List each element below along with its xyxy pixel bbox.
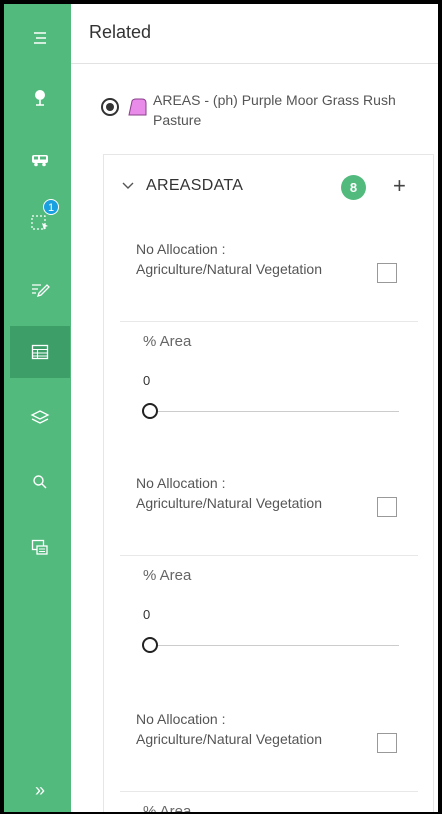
- area-slider-track[interactable]: [150, 411, 399, 412]
- table-name: AREASDATA: [146, 177, 244, 194]
- table-record: No Allocation : Agriculture/Natural Vege…: [104, 709, 435, 812]
- selection-count-badge: 1: [43, 199, 59, 215]
- search-button[interactable]: [10, 456, 70, 508]
- divider: [120, 555, 418, 556]
- record-checkbox[interactable]: [377, 263, 397, 283]
- divider: [120, 791, 418, 792]
- record-checkbox[interactable]: [377, 733, 397, 753]
- field-label: % Area: [143, 803, 192, 812]
- chat-button[interactable]: [10, 522, 70, 574]
- select-button[interactable]: 1: [10, 196, 70, 248]
- record-label: No Allocation : Agriculture/Natural Vege…: [136, 241, 322, 277]
- edit-icon: [32, 284, 50, 298]
- record-checkbox[interactable]: [377, 497, 397, 517]
- menu-icon: [34, 32, 46, 44]
- chat-icon: [31, 539, 48, 555]
- add-record-button[interactable]: +: [393, 173, 406, 199]
- related-feature[interactable]: AREAS - (ph) Purple Moor Grass Rush Past…: [101, 86, 421, 136]
- search-icon: [33, 475, 47, 489]
- feature-radio[interactable]: [101, 98, 119, 116]
- record-count-badge: 8: [341, 175, 366, 200]
- table-record: No Allocation : Agriculture/Natural Vege…: [104, 239, 435, 469]
- expand-icon: »: [34, 779, 45, 800]
- record-label: No Allocation : Agriculture/Natural Vege…: [136, 475, 322, 511]
- chevron-down-icon[interactable]: [122, 180, 134, 190]
- table-icon: [31, 344, 49, 360]
- area-slider-handle[interactable]: [142, 637, 158, 653]
- divider: [120, 321, 418, 322]
- related-table: AREASDATA 8 + No Allocation : Agricultur…: [103, 154, 434, 812]
- area-slider-track[interactable]: [150, 645, 399, 646]
- table-record: No Allocation : Agriculture/Natural Vege…: [104, 473, 435, 703]
- field-value: 0: [143, 607, 151, 622]
- layers-button[interactable]: [10, 392, 70, 444]
- vehicle-icon: [32, 155, 48, 167]
- related-panel: Related AREAS - (ph) Purple Moor Grass R…: [71, 4, 438, 812]
- record-label: No Allocation : Agriculture/Natural Vege…: [136, 711, 322, 747]
- field-label: % Area: [143, 333, 192, 350]
- sidebar: 1 »: [4, 4, 71, 812]
- menu-button[interactable]: [10, 12, 70, 64]
- feature-name: AREAS - (ph) Purple Moor Grass Rush Past…: [153, 92, 396, 128]
- feature-swatch-icon: [128, 98, 147, 116]
- layers-icon: [30, 410, 50, 424]
- vehicle-button[interactable]: [10, 134, 70, 186]
- edit-button[interactable]: [10, 264, 70, 316]
- field-value: 0: [143, 373, 151, 388]
- table-button[interactable]: [10, 326, 70, 378]
- expand-sidebar-button[interactable]: »: [10, 764, 70, 812]
- panel-title: Related: [89, 22, 152, 42]
- table-header[interactable]: AREASDATA 8 +: [104, 155, 435, 219]
- area-slider-handle[interactable]: [142, 403, 158, 419]
- location-button[interactable]: [10, 72, 70, 124]
- app-frame: 1 » Related AREAS - (ph) Purple Moor Gra…: [4, 4, 438, 812]
- field-label: % Area: [143, 567, 192, 584]
- panel-header: Related: [71, 4, 438, 64]
- location-pin-icon: [35, 90, 45, 106]
